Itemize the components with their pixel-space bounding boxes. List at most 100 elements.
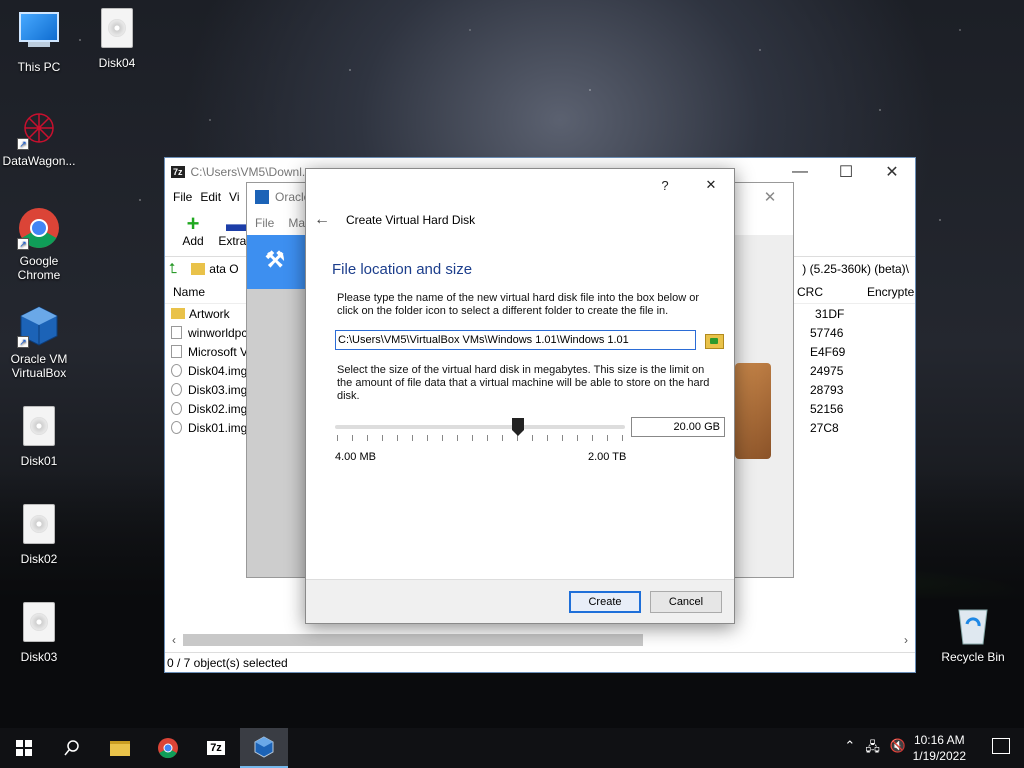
file-crc: 52156 — [810, 401, 844, 416]
vbox-menu-machine[interactable]: Ma — [288, 216, 305, 230]
horizontal-scrollbar[interactable]: ‹ › — [165, 632, 915, 648]
file-icon — [171, 345, 182, 358]
recycle-bin-icon — [951, 602, 995, 646]
dialog-close-button[interactable]: ✕ — [688, 177, 734, 193]
choose-folder-icon[interactable] — [704, 331, 724, 349]
virtualbox-icon — [255, 190, 269, 204]
address-text: ata O — [209, 261, 239, 276]
folder-icon — [191, 262, 206, 275]
vbox-toolbox-illustration — [735, 363, 771, 459]
desktop-icon-label: DataWagon... — [2, 154, 76, 168]
dialog-title: Create Virtual Hard Disk — [346, 213, 476, 227]
virtualbox-icon: ↗ — [17, 304, 61, 348]
scroll-thumb[interactable] — [183, 634, 643, 646]
desktop-icon-disk02[interactable]: Disk02 — [2, 504, 76, 566]
disk-image-icon — [17, 504, 61, 548]
address-text-right: ) (5.25-360k) (beta)\ — [802, 261, 909, 276]
desktop-icon-disk03[interactable]: Disk03 — [2, 602, 76, 664]
clock[interactable]: 10:16 AM 1/19/2022 — [913, 732, 966, 764]
maximize-button[interactable]: ☐ — [823, 158, 869, 186]
search-icon[interactable] — [48, 728, 96, 768]
menu-file[interactable]: File — [169, 190, 196, 204]
datawagon-icon: ↗ — [17, 106, 61, 150]
disk-image-icon — [95, 8, 139, 52]
close-button[interactable]: ✕ — [869, 158, 915, 186]
desktop-icon-virtualbox[interactable]: ↗ Oracle VM VirtualBox — [2, 304, 76, 380]
disk-file-icon — [171, 364, 182, 377]
chrome-icon[interactable] — [144, 728, 192, 768]
menu-view[interactable]: Vi — [225, 190, 243, 204]
size-instructions: Select the size of the virtual hard disk… — [337, 364, 710, 402]
min-size-label: 4.00 MB — [335, 451, 376, 463]
size-input[interactable] — [631, 417, 725, 437]
windows-start-icon[interactable] — [0, 728, 48, 768]
desktop-icon-label: This PC — [17, 60, 61, 74]
help-button[interactable]: ? — [642, 178, 688, 193]
scroll-left-icon[interactable]: ‹ — [165, 633, 183, 647]
file-explorer-icon[interactable] — [96, 728, 144, 768]
file-crc: 28793 — [810, 382, 844, 397]
size-slider-track[interactable] — [335, 425, 625, 429]
disk-file-icon — [171, 421, 182, 434]
shortcut-arrow-icon: ↗ — [17, 336, 29, 348]
status-bar: 0 / 7 object(s) selected — [165, 652, 915, 672]
cancel-button[interactable]: Cancel — [650, 591, 722, 613]
desktop-icon-disk01[interactable]: Disk01 — [2, 406, 76, 468]
add-button[interactable]: + Add — [171, 213, 215, 249]
up-folder-icon[interactable]: ⮤ — [169, 260, 177, 277]
desktop-icon-label: Disk03 — [20, 650, 58, 664]
create-button[interactable]: Create — [569, 591, 641, 613]
desktop-icon-recycle-bin[interactable]: Recycle Bin — [936, 602, 1010, 664]
7zip-logo-icon: 7z — [171, 166, 185, 178]
dialog-titlebar[interactable]: ? ✕ — [306, 169, 734, 201]
column-encrypted[interactable]: Encrypte — [867, 285, 914, 299]
file-location-input[interactable] — [335, 330, 696, 350]
vbox-close-button[interactable]: ✕ — [747, 188, 793, 206]
shortcut-arrow-icon: ↗ — [17, 138, 29, 150]
desktop-icon-label: Google Chrome — [17, 254, 61, 282]
size-slider-ticks — [337, 435, 623, 441]
7zip-icon[interactable]: 7z — [192, 728, 240, 768]
computer-icon — [17, 12, 61, 56]
section-heading: File location and size — [332, 261, 473, 278]
virtualbox-icon[interactable] — [240, 728, 288, 768]
file-crc: 24975 — [810, 363, 844, 378]
scroll-right-icon[interactable]: › — [897, 633, 915, 647]
desktop-icon-this-pc[interactable]: This PC — [2, 8, 76, 74]
file-crc: 27C8 — [810, 420, 839, 435]
volume-muted-icon[interactable]: 🔇 — [890, 738, 906, 760]
desktop-icon-chrome[interactable]: ↗ Google Chrome — [2, 206, 76, 282]
chevron-up-icon[interactable]: ⌃ — [844, 738, 855, 760]
menu-edit[interactable]: Edit — [196, 190, 225, 204]
file-crc: 57746 — [810, 325, 844, 340]
vbox-menu-file[interactable]: File — [255, 216, 274, 230]
vbox-tools-item[interactable]: ⚒ — [247, 235, 307, 289]
create-virtual-hard-disk-dialog: ? ✕ ← Create Virtual Hard Disk File loca… — [305, 168, 735, 624]
disk-image-icon — [17, 602, 61, 646]
disk-image-icon — [17, 406, 61, 450]
desktop-icon-datawagon[interactable]: ↗ DataWagon... — [2, 106, 76, 168]
disk-file-icon — [171, 383, 182, 396]
location-instructions: Please type the name of the new virtual … — [337, 292, 699, 317]
network-icon[interactable]: 🖧 — [865, 738, 880, 760]
file-icon — [171, 326, 182, 339]
desktop-icon-disk04[interactable]: Disk04 — [80, 8, 154, 70]
notifications-icon[interactable] — [992, 738, 1010, 754]
desktop-icon-label: Disk01 — [20, 454, 58, 468]
tools-icon: ⚒ — [265, 247, 285, 272]
size-slider-thumb[interactable] — [511, 418, 524, 436]
column-crc[interactable]: CRC — [797, 285, 865, 299]
clock-time: 10:16 AM — [913, 733, 965, 747]
desktop-icon-label: Disk04 — [98, 56, 136, 70]
file-crc: 31DF — [815, 306, 845, 321]
clock-date: 1/19/2022 — [912, 749, 966, 763]
chrome-icon: ↗ — [17, 206, 61, 250]
size-slider-row: 4.00 MB 2.00 TB — [335, 417, 734, 463]
dialog-header: ← Create Virtual Hard Disk — [306, 201, 734, 239]
window-title: C:\Users\VM5\Downl... — [190, 165, 312, 179]
folder-icon — [171, 308, 185, 319]
desktop-icon-label: Disk02 — [20, 552, 58, 566]
file-crc: E4F69 — [810, 344, 846, 359]
system-tray: ⌃ 🖧 🔇 — [844, 738, 906, 760]
back-arrow-icon[interactable]: ← — [314, 211, 336, 229]
